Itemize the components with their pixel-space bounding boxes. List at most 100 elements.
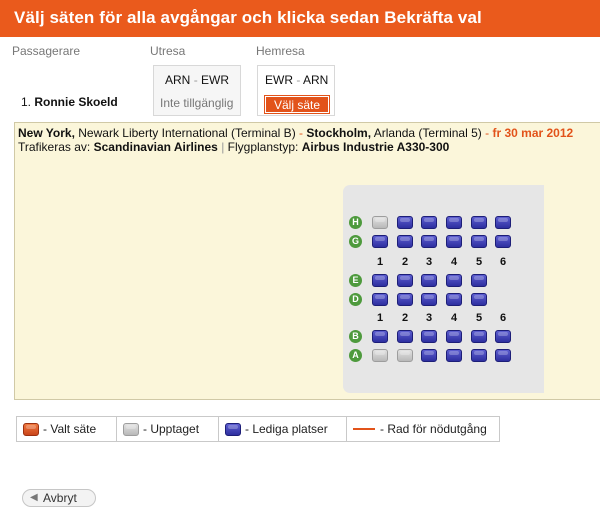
seat-5B[interactable] [471, 330, 487, 343]
flight-route-line: New York, Newark Liberty International (… [18, 126, 573, 140]
flight-operator-line: Trafikeras av: Scandinavian Airlines | F… [18, 140, 449, 154]
legend-free-label: - Lediga platser [245, 422, 328, 436]
row-label-H: H [349, 216, 362, 229]
seat-2A [397, 349, 413, 362]
seat-5D[interactable] [471, 293, 487, 306]
outbound-status: Inte tillgänglig [160, 96, 234, 110]
seat-column-number: 5 [475, 256, 483, 268]
legend-free: - Lediga platser [219, 417, 347, 441]
page-title: Välj säten för alla avgångar och klicka … [14, 8, 482, 27]
passenger-index: 1. [21, 95, 32, 109]
cancel-button-label: Avbryt [43, 491, 77, 505]
seat-map-panel: New York, Newark Liberty International (… [14, 122, 600, 400]
seat-1D[interactable] [372, 293, 388, 306]
row-label-D: D [349, 293, 362, 306]
seat-4A[interactable] [446, 349, 462, 362]
legend-selected: - Valt säte [17, 417, 117, 441]
seat-4H[interactable] [446, 216, 462, 229]
return-route: EWR - ARN [265, 73, 329, 87]
title-bar: Välj säten för alla avgångar och klicka … [0, 0, 600, 37]
legend-occupied: - Upptaget [117, 417, 219, 441]
origin-city: New York, [18, 126, 75, 140]
seat-2D[interactable] [397, 293, 413, 306]
seat-column-number: 6 [499, 256, 507, 268]
seat-2H[interactable] [397, 216, 413, 229]
seat-3G[interactable] [421, 235, 437, 248]
outbound-seat-cell: ARN - EWR Inte tillgänglig [153, 65, 241, 116]
seat-1E[interactable] [372, 274, 388, 287]
seat-2G[interactable] [397, 235, 413, 248]
outbound-from: ARN [165, 73, 191, 87]
seat-4E[interactable] [446, 274, 462, 287]
info-separator: | [221, 140, 225, 154]
selected-seat-icon [23, 422, 39, 436]
cancel-button[interactable]: ◀ Avbryt [22, 489, 96, 507]
passengers-column-header: Passagerare [12, 44, 81, 58]
legend-exit-row: - Rad för nödutgång [347, 417, 499, 441]
occupied-seat-icon [123, 422, 139, 436]
seat-1B[interactable] [372, 330, 388, 343]
seat-column-number: 1 [376, 312, 384, 324]
seat-3B[interactable] [421, 330, 437, 343]
seat-column-number: 1 [376, 256, 384, 268]
aircraft-label: Flygplanstyp: [227, 140, 299, 154]
seat-6H[interactable] [495, 216, 511, 229]
origin-airport: Newark Liberty International (Terminal B… [78, 126, 296, 140]
passenger-row: 1. Ronnie Skoeld [21, 95, 118, 109]
seat-3E[interactable] [421, 274, 437, 287]
seat-column-number: 2 [401, 312, 409, 324]
operator-name: Scandinavian Airlines [93, 140, 218, 154]
legend-exit-row-label: - Rad för nödutgång [380, 422, 487, 436]
seat-5E[interactable] [471, 274, 487, 287]
passenger-name: Ronnie Skoeld [34, 95, 118, 109]
seat-1A [372, 349, 388, 362]
seat-5G[interactable] [471, 235, 487, 248]
seat-3A[interactable] [421, 349, 437, 362]
seat-column-number: 4 [450, 312, 458, 324]
seat-3D[interactable] [421, 293, 437, 306]
seat-5A[interactable] [471, 349, 487, 362]
seat-6G[interactable] [495, 235, 511, 248]
row-label-A: A [349, 349, 362, 362]
seat-column-number: 3 [425, 256, 433, 268]
seat-column-number: 3 [425, 312, 433, 324]
seat-4B[interactable] [446, 330, 462, 343]
return-to: ARN [303, 73, 329, 87]
seat-4D[interactable] [446, 293, 462, 306]
seat-column-number: 2 [401, 256, 409, 268]
seat-1G[interactable] [372, 235, 388, 248]
flight-date: fr 30 mar 2012 [492, 126, 574, 140]
legend-selected-label: - Valt säte [43, 422, 97, 436]
seat-3H[interactable] [421, 216, 437, 229]
dest-city: Stockholm, [306, 126, 372, 140]
seat-1H [372, 216, 388, 229]
aircraft-type: Airbus Industrie A330-300 [301, 140, 450, 154]
row-label-E: E [349, 274, 362, 287]
seat-2E[interactable] [397, 274, 413, 287]
route-arrow: - [299, 126, 304, 140]
seat-2B[interactable] [397, 330, 413, 343]
exit-row-line-icon [353, 428, 375, 430]
chevron-left-icon: ◀ [30, 492, 38, 503]
seat-6B[interactable] [495, 330, 511, 343]
operated-label: Trafikeras av: [18, 140, 91, 154]
seat-6A[interactable] [495, 349, 511, 362]
row-label-G: G [349, 235, 362, 248]
return-seat-cell: EWR - ARN Välj säte [257, 65, 335, 116]
outbound-to: EWR [201, 73, 230, 87]
date-separator: - [485, 126, 490, 140]
seat-column-number: 4 [450, 256, 458, 268]
outbound-column-header: Utresa [150, 44, 186, 58]
select-seat-button[interactable]: Välj säte [264, 95, 330, 114]
seat-column-number: 5 [475, 312, 483, 324]
free-seat-icon [225, 422, 241, 436]
seat-map: HG 1 2 3 4 5 6 ED 1 2 3 4 5 6 BA [343, 185, 544, 393]
seat-4G[interactable] [446, 235, 462, 248]
row-label-B: B [349, 330, 362, 343]
legend-occupied-label: - Upptaget [143, 422, 200, 436]
seat-column-number: 6 [499, 312, 507, 324]
return-column-header: Hemresa [256, 44, 305, 58]
outbound-route: ARN - EWR [165, 73, 230, 87]
dest-airport: Arlanda (Terminal 5) [373, 126, 482, 140]
seat-5H[interactable] [471, 216, 487, 229]
